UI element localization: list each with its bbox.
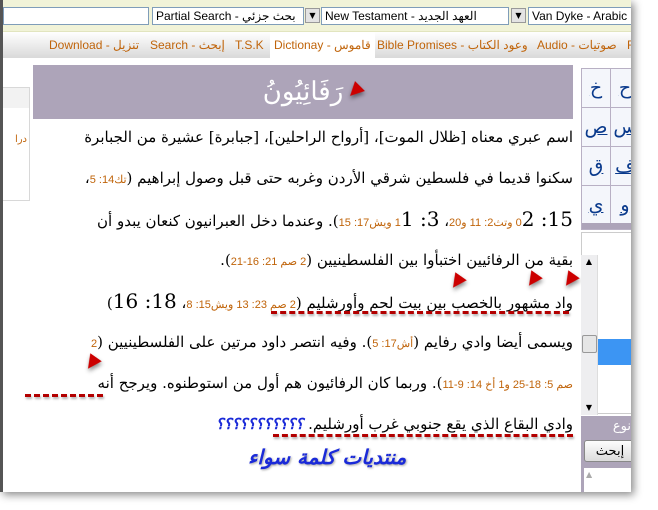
tab-tsk[interactable]: T.S.K — [231, 32, 268, 58]
letter-link[interactable]: س — [611, 108, 631, 147]
letter-link[interactable]: ف — [611, 147, 631, 186]
tab-bible-promises[interactable]: Bible Promises - وعود الكتاب — [373, 32, 532, 58]
entry-text: بقية من الرفائيين اختبأوا بين الفلسطينيي… — [306, 251, 573, 269]
letter-index: خ ح ص س ق ف ي و — [581, 68, 631, 230]
verse-number: 15: — [534, 207, 573, 231]
entry-line: سكنوا قديما في فلسطين شرقي الأردن وغربه … — [85, 163, 573, 193]
entry-text: ). وعندما دخل العبرانيون كنعان يبدو أن — [97, 212, 339, 230]
tab-more[interactable]: Re — [623, 32, 631, 58]
side-results-box[interactable]: ▲ — [584, 468, 631, 492]
side-search-button[interactable]: إبحث — [584, 440, 631, 462]
verse-reference-link[interactable]: صم 5: 18-25 و1 أخ 14: 9-11 — [442, 379, 573, 391]
scroll-down-icon[interactable]: ▼ — [581, 401, 597, 415]
entry-text: ). وربما كان الرفائيون هم أول من استوطنو… — [97, 374, 443, 392]
verse-number: 3: — [413, 207, 440, 231]
entry-text: واد مشهور بالخصب بين بيت لحم وأورشليم ( — [295, 294, 573, 312]
tab-search[interactable]: Search - إبحث — [146, 32, 229, 58]
letter-link[interactable]: ي — [582, 186, 611, 225]
entry-text: ويسمى أيضا وادي رفايم ( — [413, 333, 573, 351]
word-list-scrollbar[interactable]: ▲ ▼ — [581, 255, 598, 415]
tab-dictionary[interactable]: Dictionay - قاموس — [270, 32, 375, 58]
verse-reference-link[interactable]: تك14: 5 — [90, 174, 127, 186]
testament-dropdown-icon[interactable]: ▼ — [511, 8, 526, 23]
annotation-underline — [25, 394, 103, 397]
search-input[interactable] — [3, 7, 149, 25]
scroll-thumb[interactable] — [582, 335, 597, 353]
tab-audio[interactable]: Audio - صوتيات — [533, 32, 621, 58]
entry-text: ). وفيه انتصر داود مرتين على الفلسطينيين… — [97, 333, 373, 351]
side-search-panel: نوع إبحث ▲ — [581, 416, 631, 492]
tab-download[interactable]: Download - تنزيل — [45, 32, 143, 58]
annotation-underline — [273, 434, 573, 437]
entry-line: ويسمى أيضا وادي رفايم (أش17: 5). وفيه ان… — [91, 327, 573, 357]
scroll-up-icon[interactable]: ▲ — [586, 470, 592, 479]
verse-reference-link[interactable]: وتث2: 11 و20 — [449, 217, 516, 229]
verse-reference-link[interactable]: 2 صم 21: 16-21 — [231, 256, 306, 268]
verse-reference-link[interactable]: أش17: 5 — [372, 338, 413, 350]
annotation-underline — [271, 311, 569, 314]
word-list-selected-item[interactable] — [598, 339, 631, 365]
entry-text: ، — [176, 294, 187, 312]
question-marks: ؟؟؟؟؟؟؟؟؟؟؟ — [215, 415, 305, 433]
toolbar: Partial Search - بحث جزئي ▼ New Testamen… — [3, 0, 631, 32]
entry-line: صم 5: 18-25 و1 أخ 14: 9-11). وربما كان ا… — [98, 368, 573, 398]
entry-line: اسم عبري معناه [ظلال الموت]، [أرواح الرا… — [84, 122, 573, 152]
entry-text: ). — [220, 251, 231, 269]
verse-number: 18: 16 — [112, 289, 177, 313]
left-panel-header — [3, 88, 29, 108]
search-mode-dropdown-icon[interactable]: ▼ — [305, 8, 320, 23]
letter-link[interactable]: ص — [582, 108, 611, 147]
letter-link[interactable]: ق — [582, 147, 611, 186]
entry-text: وادي البقاع الذي يقع جنوبي غرب أورشليم. — [303, 415, 573, 433]
nav-tabs: Download - تنزيل Search - إبحث T.S.K Dic… — [3, 32, 631, 58]
letter-link[interactable]: ح — [611, 69, 631, 108]
left-panel: درا — [3, 87, 30, 201]
left-panel-link[interactable]: درا — [15, 134, 27, 145]
letter-index-separator — [582, 223, 631, 229]
scroll-up-icon[interactable]: ▲ — [581, 255, 597, 269]
side-search-label: نوع — [612, 419, 631, 434]
entry-text: سكنوا قديما في فلسطين شرقي الأردن وغربه … — [126, 169, 573, 187]
verse-number: 2 — [521, 207, 535, 231]
version-select[interactable]: Van Dyke - Arabic — [528, 7, 631, 25]
verse-number: 1 — [400, 207, 414, 231]
entry-title: رَفَائِيُونُ — [33, 65, 573, 119]
entry-text: اسم عبري معناه [ظلال الموت]، [أرواح الرا… — [84, 128, 573, 146]
entry-line: بقية من الرفائيين اختبأوا بين الفلسطينيي… — [220, 245, 573, 275]
signature: منتديات كلمة سواء — [248, 445, 407, 469]
letter-link[interactable]: خ — [582, 69, 611, 108]
verse-reference-link[interactable]: ويش17: 15 — [339, 217, 395, 229]
testament-select[interactable]: New Testament - العهد الجديد — [321, 7, 509, 25]
entry-text: ، — [439, 212, 450, 230]
letter-link[interactable]: و — [611, 186, 631, 225]
verse-reference-link[interactable]: 2 صم 23: 13 ويش15: 8 — [186, 299, 296, 311]
search-mode-select[interactable]: Partial Search - بحث جزئي — [152, 7, 304, 25]
entry-line: 15: 02 وتث2: 11 و20، 3: 11 ويش17: 15). و… — [97, 204, 573, 234]
app-window: Partial Search - بحث جزئي ▼ New Testamen… — [0, 0, 631, 492]
